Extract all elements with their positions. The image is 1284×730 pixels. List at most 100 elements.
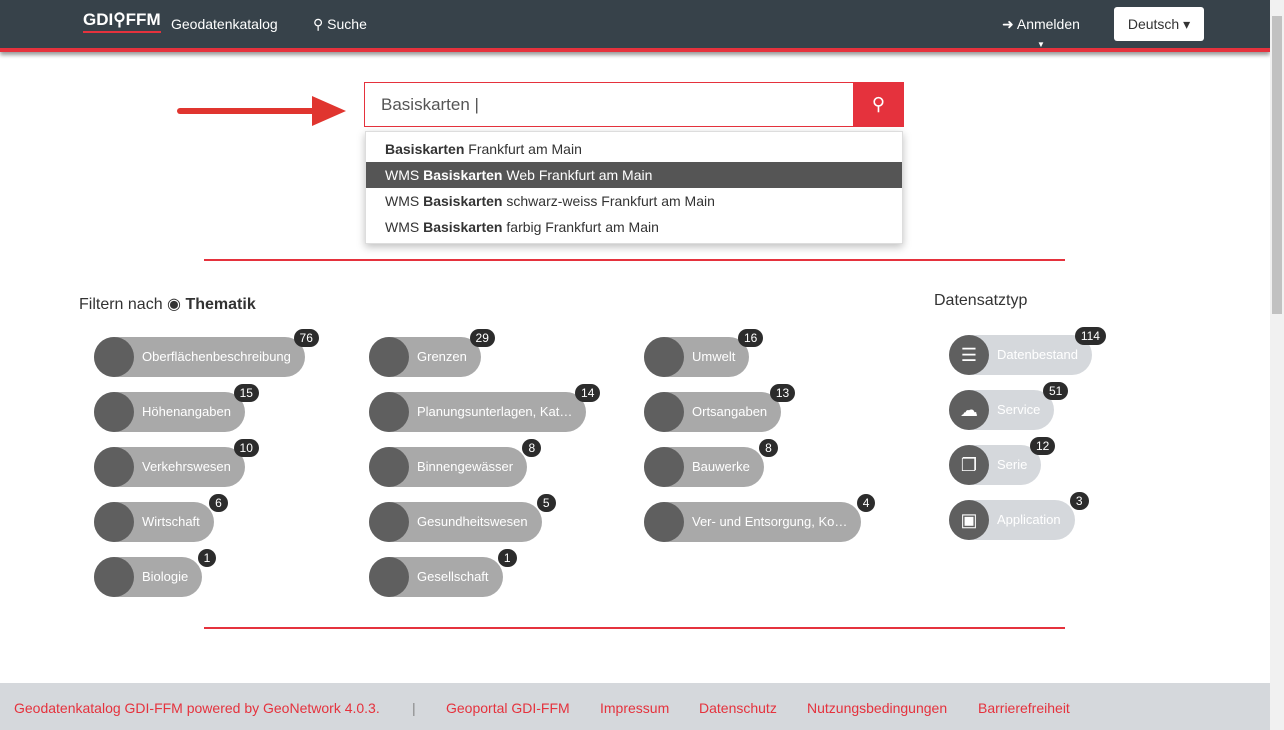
count-badge: 10	[233, 439, 259, 457]
count-badge: 4	[856, 494, 876, 512]
top-navbar: GDI⚲FFM Geodatenkatalog ⚲ Suche ➜ Anmeld…	[0, 0, 1270, 52]
count-badge: 5	[536, 494, 556, 512]
topic-label: Bauwerke	[692, 459, 750, 474]
caret-down-icon: ▼	[1037, 40, 1045, 49]
topic-filter-chip[interactable]: Gesundheitswesen 5	[369, 494, 556, 542]
topic-label: Ortsangaben	[692, 404, 768, 419]
count-badge: 8	[522, 439, 542, 457]
topic-icon	[644, 337, 684, 377]
suggestion-item[interactable]: WMS Basiskarten Web Frankfurt am Main	[366, 162, 902, 188]
save-icon: ▣	[949, 500, 989, 540]
cloud-icon: ☁	[949, 390, 989, 430]
topic-icon	[369, 392, 409, 432]
topic-label: Oberflächenbeschreibung	[142, 349, 291, 364]
suggestion-item[interactable]: Basiskarten Frankfurt am Main	[366, 136, 902, 162]
count-badge: 3	[1069, 492, 1089, 510]
topic-icon	[94, 557, 134, 597]
topic-icon	[94, 392, 134, 432]
footer-powered[interactable]: Geodatenkatalog GDI-FFM powered by GeoNe…	[14, 700, 380, 716]
count-badge: 14	[575, 384, 601, 402]
count-badge: 15	[233, 384, 259, 402]
footer-link-impressum[interactable]: Impressum	[600, 700, 669, 716]
topic-icon	[94, 502, 134, 542]
topic-filter-chip[interactable]: Wirtschaft 6	[94, 494, 228, 542]
topic-label: Gesundheitswesen	[417, 514, 528, 529]
topic-filter-chip[interactable]: Biologie 1	[94, 549, 217, 597]
logo[interactable]: GDI⚲FFM	[83, 10, 161, 33]
type-filter-chip[interactable]: ▣ Application 3	[949, 492, 1089, 540]
topic-filter-chip[interactable]: Planungsunterlagen, Kat… 14	[369, 384, 601, 432]
topic-label: Planungsunterlagen, Kat…	[417, 404, 573, 419]
topic-filter-chip[interactable]: Bauwerke 8	[644, 439, 778, 487]
topic-label: Grenzen	[417, 349, 467, 364]
count-badge: 29	[469, 329, 495, 347]
topic-filter-chip[interactable]: Umwelt 16	[644, 329, 764, 377]
topic-filter-chip[interactable]: Grenzen 29	[369, 329, 495, 377]
topic-label: Wirtschaft	[142, 514, 200, 529]
login-link[interactable]: ➜ Anmelden	[1002, 16, 1080, 33]
scrollbar-thumb[interactable]	[1272, 16, 1282, 314]
divider	[204, 259, 1065, 261]
footer-link-datenschutz[interactable]: Datenschutz	[699, 700, 777, 716]
count-badge: 16	[737, 329, 764, 347]
divider	[204, 627, 1065, 629]
nav-search-label: Suche	[327, 16, 367, 32]
login-label: Anmelden	[1016, 16, 1080, 32]
filter-option[interactable]: Thematik	[185, 296, 255, 313]
type-label: Application	[997, 512, 1061, 527]
count-badge: 1	[497, 549, 517, 567]
autocomplete-dropdown: Basiskarten Frankfurt am Main WMS Basisk…	[365, 131, 903, 244]
nav-search[interactable]: ⚲ Suche	[313, 16, 367, 33]
suggestion-item[interactable]: WMS Basiskarten farbig Frankfurt am Main	[366, 214, 902, 240]
language-dropdown[interactable]: Deutsch ▾	[1114, 7, 1204, 41]
type-label: Serie	[997, 457, 1028, 472]
sign-in-icon: ➜	[1002, 16, 1014, 32]
radio-thematik[interactable]: ◉	[167, 296, 181, 313]
footer-separator: |	[412, 700, 416, 716]
topic-icon	[94, 337, 134, 377]
topic-filter-chip[interactable]: Ver- und Entsorgung, Ko… 4	[644, 494, 876, 542]
topic-icon	[369, 502, 409, 542]
topic-filter-chip[interactable]: Oberflächenbeschreibung 76	[94, 329, 319, 377]
topic-label: Gesellschaft	[417, 569, 489, 584]
topic-filter-chip[interactable]: Binnengewässer 8	[369, 439, 542, 487]
search-value: Basiskarten	[381, 95, 470, 114]
type-filter-chip[interactable]: ☰ Datenbestand 114	[949, 327, 1106, 375]
count-badge: 12	[1030, 437, 1056, 455]
count-badge: 114	[1074, 327, 1106, 345]
count-badge: 1	[197, 549, 217, 567]
topic-filter-chip[interactable]: Gesellschaft 1	[369, 549, 517, 597]
topic-filter-chip[interactable]: Ortsangaben 13	[644, 384, 796, 432]
type-filter-chip[interactable]: ❐ Serie 12	[949, 437, 1056, 485]
count-badge: 13	[769, 384, 796, 402]
footer-link-barrierefreiheit[interactable]: Barrierefreiheit	[978, 700, 1070, 716]
topic-icon	[644, 392, 684, 432]
topic-filter-chip[interactable]: Verkehrswesen 10	[94, 439, 259, 487]
topic-label: Biologie	[142, 569, 189, 584]
type-title: Datensatztyp	[934, 292, 1028, 309]
topic-icon	[369, 337, 409, 377]
suggestion-item[interactable]: WMS Basiskarten schwarz-weiss Frankfurt …	[366, 188, 902, 214]
topic-icon	[94, 447, 134, 487]
topic-icon	[369, 557, 409, 597]
topic-label: Binnengewässer	[417, 459, 514, 474]
search-input[interactable]: Basiskarten |	[364, 82, 854, 127]
nav-geodatenkatalog[interactable]: Geodatenkatalog	[171, 16, 278, 32]
topic-label: Umwelt	[692, 349, 736, 364]
search-button[interactable]: ⚲	[853, 82, 904, 127]
type-filter-chip[interactable]: ☁ Service 51	[949, 382, 1069, 430]
type-label: Service	[997, 402, 1041, 417]
copy-icon: ❐	[949, 445, 989, 485]
footer-link-geoportal[interactable]: Geoportal GDI-FFM	[446, 700, 570, 716]
topic-icon	[644, 447, 684, 487]
arrow-annotation-icon	[177, 96, 346, 126]
count-badge: 6	[209, 494, 228, 512]
search-icon: ⚲	[313, 16, 324, 32]
database-icon: ☰	[949, 335, 989, 375]
topic-filter-chip[interactable]: Höhenangaben 15	[94, 384, 259, 432]
scrollbar[interactable]	[1270, 0, 1284, 730]
topic-label: Verkehrswesen	[142, 459, 231, 474]
topic-label: Höhenangaben	[142, 404, 231, 419]
footer-link-nutzungsbedingungen[interactable]: Nutzungsbedingungen	[807, 700, 947, 716]
count-badge: 51	[1043, 382, 1069, 400]
